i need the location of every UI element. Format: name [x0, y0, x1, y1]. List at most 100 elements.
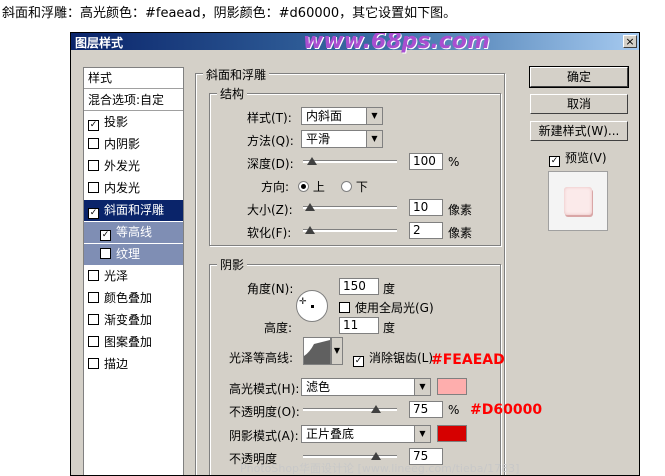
style-item-label: 光泽: [104, 269, 129, 283]
soften-input[interactable]: 2: [409, 222, 443, 239]
shadow-mode-value: 正片叠底: [306, 427, 355, 441]
checkbox-icon[interactable]: [88, 270, 99, 281]
angle-unit: 度: [383, 282, 396, 296]
preview-label: 预览(V): [565, 151, 607, 165]
checkbox-checked-icon[interactable]: ✓: [353, 356, 364, 367]
styles-list: 样式 混合选项:自定 ✓ 投影 内阴影 外发光 内发光 ✓ 斜面和浮雕 ✓ 等高线 纹…: [83, 67, 184, 475]
close-button[interactable]: ×: [623, 35, 637, 48]
soften-slider-thumb[interactable]: [305, 226, 315, 234]
technique-select[interactable]: 平滑 ▼: [301, 130, 383, 148]
depth-slider[interactable]: [303, 160, 397, 163]
style-item-label: 斜面和浮雕: [104, 203, 165, 217]
highlight-opacity-unit: %: [448, 403, 460, 417]
shadow-opacity-thumb[interactable]: [371, 452, 381, 460]
checkbox-icon[interactable]: [88, 336, 99, 347]
checkbox-checked-icon[interactable]: ✓: [549, 156, 560, 167]
anti-aliased-checkbox[interactable]: ✓ 消除锯齿(L): [353, 349, 433, 367]
depth-unit: %: [448, 155, 460, 169]
contour-curve-icon: [304, 340, 330, 364]
highlight-opacity-slider[interactable]: [303, 408, 397, 411]
shadow-color-swatch[interactable]: [437, 425, 467, 442]
gloss-contour-label: 光泽等高线:: [229, 351, 294, 365]
style-item-gradient-overlay[interactable]: 渐变叠加: [84, 310, 183, 331]
style-item-inner-shadow[interactable]: 内阴影: [84, 134, 183, 155]
style-item-label: 渐变叠加: [104, 313, 153, 327]
style-item-drop-shadow[interactable]: ✓ 投影: [84, 112, 183, 133]
soften-unit: 像素: [448, 226, 473, 240]
checkbox-icon[interactable]: [88, 138, 99, 149]
style-item-color-overlay[interactable]: 颜色叠加: [84, 288, 183, 309]
preview-checkbox[interactable]: ✓ 预览(V): [549, 149, 607, 167]
blend-options-item[interactable]: 混合选项:自定: [84, 90, 183, 111]
checkbox-checked-icon[interactable]: ✓: [100, 230, 111, 241]
checkbox-icon[interactable]: [88, 314, 99, 325]
ok-button[interactable]: 确定: [529, 66, 629, 88]
checkbox-icon[interactable]: [88, 182, 99, 193]
dropdown-arrow-icon[interactable]: ▼: [366, 108, 382, 124]
shadow-mode-select[interactable]: 正片叠底 ▼: [301, 425, 431, 443]
styles-header[interactable]: 样式: [84, 68, 183, 89]
direction-down-label: 下: [355, 180, 368, 194]
contour-dropdown-arrow-icon[interactable]: ▼: [331, 337, 343, 365]
depth-label: 深度(D):: [247, 157, 294, 171]
shading-group-title: 阴影: [217, 256, 248, 273]
style-item-label: 投影: [104, 115, 129, 129]
altitude-input[interactable]: 11: [339, 317, 379, 334]
style-item-satin[interactable]: 光泽: [84, 266, 183, 287]
style-label: 样式(T):: [247, 111, 292, 125]
highlight-opacity-thumb[interactable]: [371, 405, 381, 413]
crosshair-icon: ✛: [299, 297, 307, 307]
checkbox-icon[interactable]: [88, 358, 99, 369]
direction-up-radio[interactable]: 上: [298, 178, 325, 195]
style-item-pattern-overlay[interactable]: 图案叠加: [84, 332, 183, 353]
depth-slider-thumb[interactable]: [307, 157, 317, 165]
dropdown-arrow-icon[interactable]: ▼: [414, 379, 430, 395]
style-select-value: 内斜面: [306, 109, 343, 123]
angle-input[interactable]: 150: [339, 278, 379, 295]
gloss-contour-preview[interactable]: [303, 337, 331, 365]
style-item-outer-glow[interactable]: 外发光: [84, 156, 183, 177]
angle-dial[interactable]: ✛: [296, 290, 328, 322]
checkbox-icon[interactable]: [88, 292, 99, 303]
style-item-bevel-emboss[interactable]: ✓ 斜面和浮雕: [84, 200, 183, 221]
radio-selected-icon[interactable]: [298, 181, 309, 192]
highlight-mode-value: 滤色: [306, 380, 331, 394]
direction-up-label: 上: [312, 180, 325, 194]
dropdown-arrow-icon[interactable]: ▼: [414, 426, 430, 442]
direction-label: 方向:: [261, 180, 290, 194]
soften-label: 软化(F):: [247, 226, 292, 240]
checkbox-icon[interactable]: [339, 302, 350, 313]
new-style-button[interactable]: 新建样式(W)...: [530, 121, 628, 141]
size-input[interactable]: 10: [409, 199, 443, 216]
checkbox-checked-icon[interactable]: ✓: [88, 208, 99, 219]
style-select[interactable]: 内斜面 ▼: [301, 107, 383, 125]
style-item-texture[interactable]: 纹理: [84, 244, 183, 265]
radio-icon[interactable]: [341, 181, 352, 192]
cancel-button[interactable]: 取消: [530, 94, 628, 114]
soften-slider[interactable]: [303, 229, 397, 232]
global-light-checkbox[interactable]: 使用全局光(G): [339, 299, 434, 316]
depth-input[interactable]: 100: [409, 153, 443, 170]
shadow-mode-label: 阴影模式(A):: [229, 429, 299, 443]
direction-down-radio[interactable]: 下: [341, 178, 368, 195]
shadow-opacity-slider[interactable]: [303, 455, 397, 458]
style-item-contour[interactable]: ✓ 等高线: [84, 222, 183, 243]
style-item-label: 内发光: [104, 181, 141, 195]
style-item-inner-glow[interactable]: 内发光: [84, 178, 183, 199]
global-light-label: 使用全局光(G): [355, 301, 434, 315]
footer-watermark: PhotoShop华面设计论 [www.lineeg.com/tieba/178…: [240, 462, 520, 475]
highlight-color-swatch[interactable]: [437, 378, 467, 395]
dropdown-arrow-icon[interactable]: ▼: [366, 131, 382, 147]
angle-dial-center-icon: [311, 305, 314, 308]
style-item-stroke[interactable]: 描边: [84, 354, 183, 375]
style-preview-thumbnail: [548, 171, 608, 231]
checkbox-icon[interactable]: [100, 248, 111, 259]
checkbox-checked-icon[interactable]: ✓: [88, 120, 99, 131]
highlight-opacity-label: 不透明度(O):: [229, 405, 300, 419]
structure-group-title: 结构: [217, 85, 248, 102]
highlight-mode-select[interactable]: 滤色 ▼: [301, 378, 431, 396]
size-slider-thumb[interactable]: [305, 203, 315, 211]
checkbox-icon[interactable]: [88, 160, 99, 171]
highlight-opacity-input[interactable]: 75: [409, 401, 443, 418]
size-slider[interactable]: [303, 206, 397, 209]
